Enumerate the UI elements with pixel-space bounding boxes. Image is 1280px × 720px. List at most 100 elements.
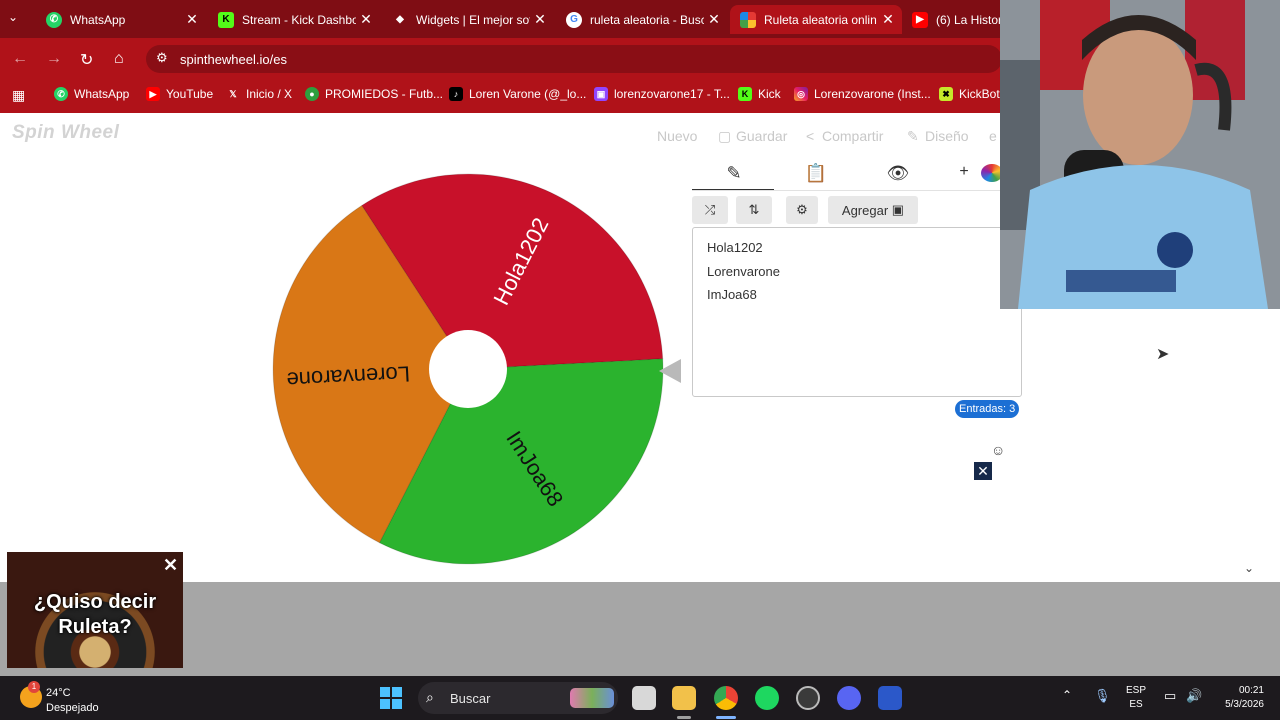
bookmark-twitch[interactable]: ▣ lorenzovarone17 - T...	[594, 87, 730, 101]
bookmark-instagram[interactable]: ◎ Lorenzovarone (Inst...	[794, 87, 931, 101]
discord-icon[interactable]	[837, 686, 861, 710]
bookmark-label: Inicio / X	[246, 87, 293, 101]
browser-tab[interactable]: ▶ (6) La Historia	[902, 5, 1012, 34]
address-bar[interactable]: ⚙ spinthewheel.io/es	[146, 45, 1002, 73]
taskbar-search[interactable]: ⌕ Buscar	[418, 682, 618, 714]
bookmark-label: WhatsApp	[74, 87, 130, 101]
microphone-icon[interactable]: 🎙	[1094, 688, 1111, 704]
bookmark-youtube[interactable]: ▶ YouTube	[146, 87, 213, 101]
volume-icon[interactable]: 🔊	[1186, 688, 1202, 704]
sort-icon: ⇅	[748, 202, 760, 217]
twitch-icon: ▣	[594, 87, 608, 101]
weather-badge: 1	[28, 681, 40, 693]
roulette-caption-line: ¿Quiso decir	[33, 591, 157, 613]
site-logo[interactable]: Spin Wheel	[12, 122, 119, 144]
add-image-label: Agregar	[841, 202, 889, 218]
bookmark-x[interactable]: 𝕏 Inicio / X	[226, 87, 292, 101]
shuffle-button[interactable]: ⤮	[692, 196, 728, 224]
windows-start-icon[interactable]	[380, 687, 402, 709]
network-icon[interactable]: ▭	[1164, 688, 1176, 704]
bookmark-label: Lorenzovarone (Inst...	[814, 87, 931, 101]
roulette-overlay-widget: ¿Quiso decir Ruleta? ✕	[7, 552, 183, 668]
nuevo-button[interactable]: Nuevo	[657, 128, 697, 144]
app-icon[interactable]	[878, 686, 902, 710]
tab-close-icon[interactable]: ✕	[182, 11, 202, 28]
language-code: ESP	[1126, 685, 1147, 696]
forward-arrow-icon[interactable]: →	[46, 50, 62, 68]
bookmark-label: KickBot	[959, 87, 1000, 101]
ad-close-icon[interactable]: ✕	[974, 462, 992, 480]
tab-close-icon[interactable]: ✕	[356, 11, 376, 28]
entry-line: Hola1202	[707, 240, 763, 255]
site-info-icon[interactable]: ⚙	[156, 50, 168, 66]
gear-icon: ⚙	[796, 202, 808, 217]
tab-divider	[692, 190, 1022, 191]
file-explorer-icon[interactable]	[672, 686, 696, 710]
wheel-pointer-icon	[659, 359, 681, 383]
app-active-indicator	[716, 716, 736, 719]
back-arrow-icon[interactable]: ←	[12, 50, 28, 68]
browser-tab-active[interactable]: Ruleta aleatoria onlin ✕	[730, 5, 902, 34]
instagram-icon: ◎	[794, 87, 808, 101]
entry-line: ImJoa68	[707, 287, 757, 302]
clipboard-icon[interactable]: 📋	[776, 163, 856, 184]
add-image-button[interactable]: Agregar ▣	[828, 196, 918, 224]
bookmark-label: PROMIEDOS - Futb...	[325, 87, 444, 101]
home-icon[interactable]: ⌂	[114, 50, 124, 68]
diseno-button[interactable]: Diseño	[925, 128, 969, 144]
settings-button[interactable]: ⚙	[786, 196, 818, 224]
keyboard-layout: ES	[1129, 699, 1143, 710]
youtube-icon: ▶	[912, 11, 928, 28]
browser-tab[interactable]: G ruleta aleatoria - Busc ✕	[556, 5, 728, 34]
clock-time: 00:21	[1238, 685, 1264, 696]
tab-title: Widgets | El mejor sof	[416, 12, 530, 27]
bookmark-whatsapp[interactable]: ✆ WhatsApp	[54, 87, 129, 101]
tab-search-chevron-icon[interactable]: ⌄	[8, 10, 18, 24]
bookmark-promiedos[interactable]: ● PROMIEDOS - Futb...	[305, 87, 443, 101]
tab-title: Stream - Kick Dashbo	[242, 12, 356, 27]
widgets-icon: ◆	[396, 14, 404, 25]
webcam-overlay	[1000, 0, 1280, 309]
bookmark-tiktok[interactable]: ♪ Loren Varone (@_lo...	[449, 87, 586, 101]
apps-grid-icon[interactable]: ▦	[12, 87, 25, 104]
bookmark-label: YouTube	[166, 87, 214, 101]
pencil-icon[interactable]: ✎	[694, 163, 774, 184]
bookmark-kickbot[interactable]: ✖ KickBot	[939, 87, 1000, 101]
spin-wheel[interactable]: Hola1202 ImJoa68 Lorenvarone	[270, 171, 666, 567]
whatsapp-icon: ✆	[46, 11, 62, 28]
spotify-icon[interactable]	[755, 686, 779, 710]
soccer-ball-icon: ●	[305, 87, 319, 101]
kickbot-icon: ✖	[939, 87, 953, 101]
browser-tab[interactable]: ✆ WhatsApp ✕	[36, 5, 206, 34]
emoji-icon[interactable]: ☺	[991, 442, 1005, 458]
browser-tab[interactable]: ◆ Widgets | El mejor sof ✕	[382, 5, 554, 34]
chrome-icon[interactable]	[714, 686, 738, 710]
task-view-icon[interactable]	[632, 686, 656, 710]
language-indicator[interactable]: ESP ES	[1126, 684, 1146, 712]
save-icon: ▢	[718, 128, 732, 144]
obs-icon[interactable]	[796, 686, 820, 710]
compartir-button[interactable]: Compartir	[822, 128, 883, 144]
bookmark-kick[interactable]: K Kick	[738, 87, 781, 101]
tray-overflow-icon[interactable]: ⌃	[1062, 688, 1072, 702]
tab-close-icon[interactable]: ✕	[530, 11, 550, 28]
tab-close-icon[interactable]: ✕	[704, 11, 724, 28]
tab-title: Ruleta aleatoria onlin	[764, 12, 877, 27]
close-icon[interactable]: ✕	[163, 555, 178, 576]
wheel-center-hub[interactable]	[429, 330, 507, 408]
brush-icon: ✎	[907, 128, 919, 144]
chevron-down-icon[interactable]: ⌄	[1244, 561, 1254, 575]
tab-close-icon[interactable]: ✕	[878, 11, 898, 28]
weather-temp: 24°C	[46, 687, 71, 699]
bookmark-label: Kick	[758, 87, 781, 101]
reload-icon[interactable]: ↻	[80, 50, 93, 70]
sort-button[interactable]: ⇅	[736, 196, 772, 224]
kick-icon: K	[738, 87, 752, 101]
more-menu-button[interactable]: e	[989, 128, 997, 144]
browser-tab[interactable]: K Stream - Kick Dashbo ✕	[208, 5, 380, 34]
windows-taskbar: 1 24°C Despejado ⌕ Buscar ⌃ 🎙 ESP ES ▭ 🔊…	[0, 676, 1280, 720]
entries-textarea[interactable]: Hola1202 Lorenvarone ImJoa68 ☺	[692, 227, 1022, 458]
guardar-button[interactable]: Guardar	[736, 128, 787, 144]
spinthewheel-icon	[740, 11, 756, 28]
system-clock[interactable]: 00:21 5/3/2026	[1212, 684, 1264, 712]
